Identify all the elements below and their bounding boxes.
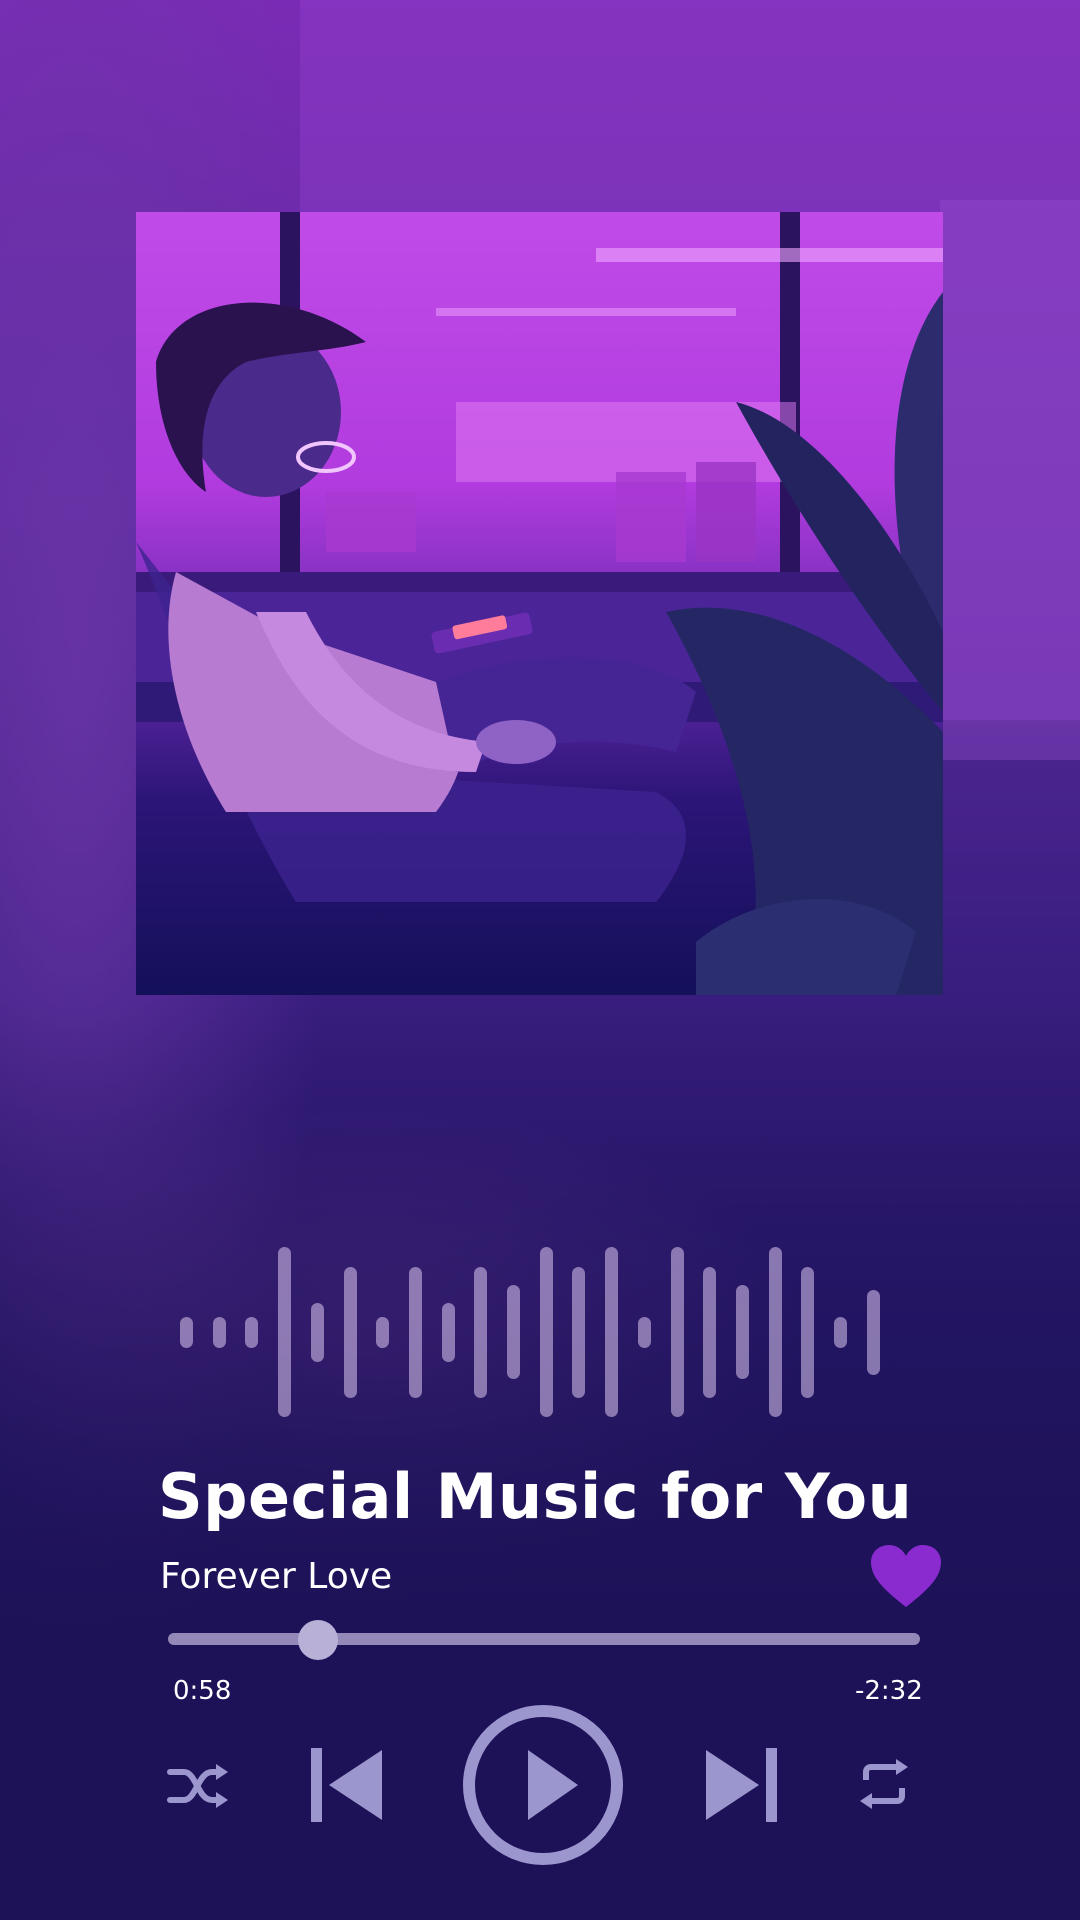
repeat-icon: [860, 1759, 908, 1809]
progress-thumb[interactable]: [298, 1620, 338, 1660]
play-icon: [463, 1705, 623, 1865]
shuffle-button[interactable]: [166, 1763, 230, 1809]
waveform-bar: [801, 1267, 814, 1398]
waveform-bar: [245, 1317, 258, 1348]
previous-button[interactable]: [311, 1748, 383, 1822]
favorite-button[interactable]: [869, 1543, 943, 1609]
waveform-bar: [867, 1290, 880, 1375]
waveform-bar: [442, 1303, 455, 1362]
waveform-bar: [671, 1247, 684, 1417]
waveform-bar: [344, 1267, 357, 1398]
waveform-bar: [213, 1317, 226, 1348]
waveform-bar: [605, 1247, 618, 1417]
waveform-bar: [540, 1247, 553, 1417]
remaining-time: -2:32: [855, 1676, 923, 1706]
progress-track[interactable]: [168, 1633, 920, 1645]
elapsed-time: 0:58: [173, 1676, 232, 1706]
artist-name: Forever Love: [160, 1556, 393, 1597]
album-cover: [136, 212, 943, 995]
heart-icon: [871, 1545, 941, 1607]
next-button[interactable]: [705, 1748, 777, 1822]
waveform-bar: [278, 1247, 291, 1417]
skip-next-icon: [706, 1748, 777, 1822]
waveform-bar: [311, 1303, 324, 1362]
waveform-bar: [703, 1267, 716, 1398]
shuffle-icon: [167, 1764, 228, 1808]
audio-waveform: [180, 1245, 930, 1420]
waveform-bar: [180, 1317, 193, 1348]
repeat-button[interactable]: [856, 1758, 912, 1810]
waveform-bar: [638, 1317, 651, 1348]
play-button[interactable]: [462, 1704, 624, 1866]
waveform-bar: [507, 1285, 520, 1379]
waveform-bar: [474, 1267, 487, 1398]
waveform-bar: [409, 1267, 422, 1398]
waveform-bar: [834, 1317, 847, 1348]
waveform-bar: [376, 1317, 389, 1348]
skip-previous-icon: [311, 1748, 382, 1822]
song-title: Special Music for You: [158, 1460, 913, 1533]
waveform-bar: [769, 1247, 782, 1417]
waveform-bar: [572, 1267, 585, 1398]
waveform-bar: [736, 1285, 749, 1379]
